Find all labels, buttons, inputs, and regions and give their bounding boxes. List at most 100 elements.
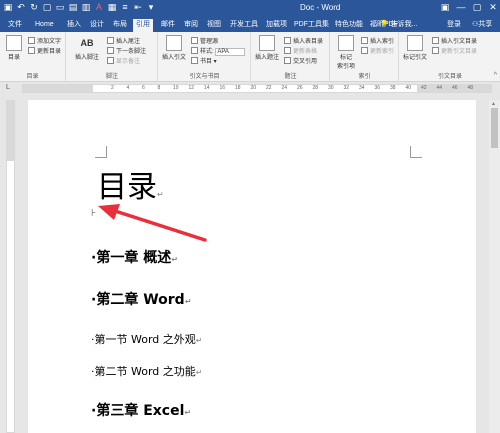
refresh-icon [432,47,439,54]
close-icon[interactable]: ✕ [488,1,498,14]
toc-entry[interactable]: ·第二章 Word↵ [91,289,191,309]
ruler-number: 40 [405,85,412,91]
tab-design[interactable]: 设计 [87,19,107,32]
tab-layout[interactable]: 布局 [110,19,130,32]
mark-entry-button[interactable]: 标记 索引项 [333,35,359,70]
group-label: 目录 [26,74,39,80]
footnote-icon: AB [80,38,94,48]
layout-icon[interactable]: ▦ [107,2,117,13]
mark-entry-icon [338,35,354,51]
redo-icon[interactable]: ↻ [29,2,39,13]
insert-index-button[interactable]: 插入索引 [361,36,394,45]
toc-icon [6,35,22,51]
maximize-icon[interactable]: ▢ [472,1,482,14]
next-footnote-icon [107,47,114,54]
insert-footnote-button[interactable]: AB 插入脚注 [74,35,100,61]
ruler-number: 24 [281,85,288,91]
insert-authorities-button[interactable]: 插入引文目录 [432,36,477,45]
vertical-scrollbar[interactable]: ▲ [489,100,500,433]
ribbon-display-icon[interactable]: ▣ [440,1,450,14]
login-button[interactable]: 登录 [447,19,461,29]
group-authorities: 标记引文 插入引文目录 更新引文目录 引文目录 [400,32,500,82]
tab-references[interactable]: 引用 [133,19,153,32]
cross-reference-icon [284,57,291,64]
tab-home[interactable]: Home [32,19,57,32]
horizontal-ruler[interactable]: 2 4 6 8 10 12 14 16 18 20 22 24 26 28 30 32 34 36 38 40 42 44… [22,84,492,93]
open-icon[interactable]: ▢ [42,2,52,13]
update-authorities-button[interactable]: 更新引文目录 [432,46,477,55]
tab-review[interactable]: 审阅 [181,19,201,32]
toc-entry[interactable]: ·第二节 Word 之功能↵ [91,363,202,379]
update-index-button[interactable]: 更新索引 [361,46,394,55]
share-button[interactable]: ⚇共享 [472,19,492,29]
ruler-number: 12 [188,85,195,91]
update-table-button[interactable]: 更新表格 [284,46,317,55]
update-toc-button[interactable]: 更新目录 [28,46,61,55]
insert-citation-button[interactable]: 插入引文 [161,35,187,61]
insert-endnote-button[interactable]: 插入尾注 [107,36,140,45]
margin-corner-mark [95,146,107,158]
notes-icon [107,57,114,64]
add-text-button[interactable]: 添加文字 [28,36,61,45]
ruler-number: 44 [436,85,443,91]
toc-entry[interactable]: ·第一节 Word 之外观↵ [91,331,202,347]
insert-table-of-figures-button[interactable]: 插入表目录 [284,36,323,45]
tab-developer[interactable]: 开发工具 [227,19,261,32]
ruler-number: 22 [266,85,272,91]
tab-features[interactable]: 特色功能 [332,19,366,32]
ruler-number: 28 [312,85,319,91]
authorities-icon [432,37,439,44]
ruler-number: 20 [250,85,257,91]
minimize-icon[interactable]: — [456,1,466,14]
next-footnote-button[interactable]: 下一条脚注 [107,46,146,55]
tab-insert[interactable]: 插入 [64,19,84,32]
print-icon[interactable]: ▤ [68,2,78,13]
ruler-number: 6 [142,85,145,91]
insert-caption-button[interactable]: 插入题注 [254,35,280,61]
format-icon[interactable]: ▥ [81,2,91,13]
quick-access-toolbar: ▣ ↶ ↻ ▢ ▭ ▤ ▥ A ▦ ≡ ⇤ ▾ [3,2,156,13]
bibliography-button[interactable]: 书目 ▾ [191,56,217,65]
manage-sources-button[interactable]: 管理源 [191,36,218,45]
collapse-ribbon-icon[interactable]: ^ [494,72,497,79]
ruler-number: 4 [126,85,130,91]
tab-selector[interactable]: L [6,84,16,93]
tab-addins[interactable]: 加载项 [263,19,290,32]
align-icon[interactable]: ⇤ [133,2,143,13]
ruler-number: 14 [204,85,210,91]
endnote-icon [107,37,114,44]
ruler-number: 16 [219,85,226,91]
indent-icon[interactable]: ≡ [120,2,130,13]
font-color-icon[interactable]: A [94,2,104,13]
scroll-up-icon[interactable]: ▲ [491,101,496,107]
new-icon[interactable]: ▭ [55,2,65,13]
toc-entry[interactable]: ·第三章 Excel↵ [91,400,191,420]
style-select[interactable]: 样式: APA [191,46,246,56]
more-icon[interactable]: ▾ [146,2,156,13]
show-notes-button[interactable]: 显示备注 [107,56,140,65]
refresh-icon [28,47,35,54]
document-page[interactable]: 目录↵ ⊦ ·第一章 概述↵ ·第二章 Word↵ ·第一节 Word 之外观↵… [28,100,476,433]
ruler-number: 32 [343,85,350,91]
mark-citation-button[interactable]: 标记引文 [402,35,428,61]
toc-entry[interactable]: ·第一章 概述↵ [91,247,178,267]
tab-mailings[interactable]: 邮件 [158,19,178,32]
cross-reference-button[interactable]: 交叉引用 [284,56,317,65]
scrollbar-thumb[interactable] [491,108,498,148]
margin-corner-mark [410,146,422,158]
tab-file[interactable]: 文件 [5,19,25,32]
toc-button[interactable]: 目录 [1,35,27,61]
tab-pdf-tools[interactable]: PDF工具集 [291,19,332,32]
ruler-number: 26 [297,85,303,91]
undo-icon[interactable]: ↶ [16,2,26,13]
tell-me-search[interactable]: 💡 告诉我... [380,19,418,29]
ruler-number: 36 [374,85,381,91]
ruler-number: 42 [421,85,427,91]
sources-icon [191,37,198,44]
index-icon [361,37,368,44]
ruler-number: 10 [173,85,179,91]
tab-view[interactable]: 视图 [204,19,224,32]
window-title: Doc - Word [300,3,341,12]
vertical-ruler[interactable] [6,100,15,433]
save-icon[interactable]: ▣ [3,2,13,13]
